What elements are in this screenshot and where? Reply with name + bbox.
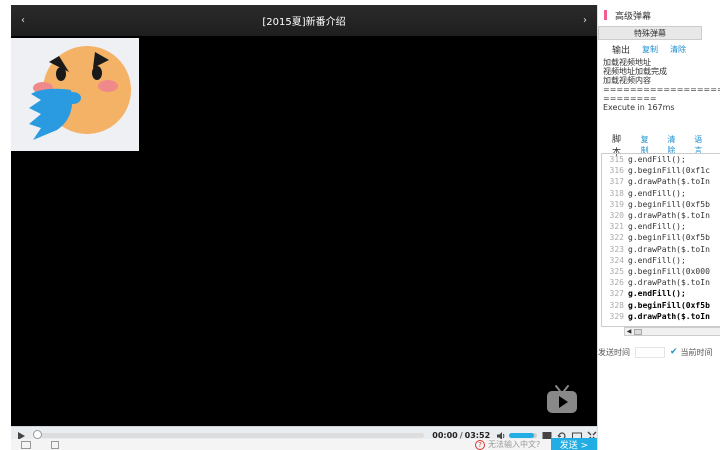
send-time-row: 发送时间 ✔ 当前时间 <box>598 346 720 358</box>
code-text: g.drawPath($.toIn <box>628 211 710 221</box>
code-text: g.beginFill(0x000 <box>628 267 710 277</box>
line-number: 327 <box>609 289 624 299</box>
checkmark-icon[interactable]: ✔ <box>670 347 678 357</box>
code-line: 317 g.drawPath($.toIn <box>602 176 720 187</box>
line-number: 325 <box>609 267 624 277</box>
code-line: 319 g.beginFill(0xf5b <box>602 199 720 210</box>
code-text: g.beginFill(0xf5b <box>628 199 710 209</box>
script-editor[interactable]: 315 g.endFill(); 316 g.beginFill(0xf1c 317 g.… <box>601 153 720 327</box>
code-line: 320 g.drawPath($.toIn <box>602 210 720 221</box>
editor-horizontal-scrollbar[interactable]: ◀ <box>624 327 720 336</box>
volume-fill <box>509 433 534 438</box>
player-title-bar: ‹ [2015夏]新番介绍 › <box>11 5 597 36</box>
output-line: 视频地址加载完成 <box>603 67 667 76</box>
code-line: 329 g.drawPath($.toIn <box>602 311 720 322</box>
send-time-input[interactable] <box>635 346 665 358</box>
code-line: 316 g.beginFill(0xf1c <box>602 165 720 176</box>
code-text: g.endFill(); <box>628 222 686 232</box>
code-line: 315 g.endFill(); <box>602 154 720 165</box>
line-number: 316 <box>609 166 624 176</box>
code-line: 322 g.beginFill(0xf5b <box>602 232 720 243</box>
code-text: g.endFill(); <box>628 188 686 198</box>
progress-handle[interactable] <box>32 430 42 439</box>
script-toolbar: 脚本 复制 清除 语言 <box>598 135 720 158</box>
code-text: g.endFill(); <box>628 255 686 265</box>
line-number: 326 <box>609 278 624 288</box>
output-label: 输出 <box>612 46 631 56</box>
code-text: g.drawPath($.toIn <box>628 278 710 288</box>
send-time-label: 发送时间 <box>598 347 630 357</box>
code-text: g.endFill(); <box>628 155 686 164</box>
panel-accent-mark <box>604 10 607 20</box>
code-text: g.endFill(); <box>628 289 686 299</box>
prev-video-button[interactable]: ‹ <box>14 5 32 36</box>
output-line: 加载视频地址 <box>603 58 651 67</box>
send-danmaku-button[interactable]: 发送 > <box>551 438 597 450</box>
line-number: 319 <box>609 199 624 209</box>
danmaku-input-bar: ? 无法输入中文? 发送 > <box>11 438 597 450</box>
output-line: ====================== <box>603 85 720 94</box>
code-line: 325 g.beginFill(0x000 <box>602 266 720 277</box>
panel-title: 高级弹幕 <box>615 11 652 22</box>
line-number: 315 <box>609 155 624 164</box>
code-line: 318 g.endFill(); <box>602 188 720 199</box>
output-line: ======== <box>603 94 657 103</box>
video-player: ‹ [2015夏]新番介绍 › 00:00 / 03:52 <box>11 5 597 450</box>
line-number: 318 <box>609 188 624 198</box>
output-clear-link[interactable]: 清除 <box>670 44 686 55</box>
angry-face-breathing-icon <box>11 38 139 151</box>
code-text: g.beginFill(0xf5b <box>628 300 710 310</box>
output-toolbar: 输出 复制 清除 <box>598 43 720 56</box>
current-time-label: 当前时间 <box>680 347 713 357</box>
next-video-button[interactable]: › <box>576 5 594 36</box>
volume-slider[interactable] <box>509 433 538 438</box>
video-area[interactable] <box>11 36 597 426</box>
line-number: 322 <box>609 233 624 243</box>
code-line: 324 g.endFill(); <box>602 255 720 266</box>
panel-header: 高级弹幕 <box>598 5 720 25</box>
scroll-thumb[interactable] <box>634 328 642 335</box>
scroll-left-icon[interactable]: ◀ <box>625 328 633 335</box>
line-number: 324 <box>609 255 624 265</box>
code-text: g.beginFill(0xf1c <box>628 166 710 176</box>
bilibili-player-page: ‹ [2015夏]新番介绍 › 00:00 / 03:52 ? 无法输入中文? … <box>0 0 720 450</box>
code-line: 327 g.endFill(); <box>602 288 720 299</box>
progress-bar[interactable] <box>32 430 425 439</box>
code-line: 328 g.beginFill(0xf5b <box>602 300 720 311</box>
danmaku-style-icon[interactable] <box>21 441 31 449</box>
chevron-left-icon: ‹ <box>21 15 25 26</box>
code-line: 321 g.endFill(); <box>602 221 720 232</box>
bilibili-tv-logo-icon <box>547 385 577 413</box>
code-text: g.drawPath($.toIn <box>628 244 710 254</box>
line-number: 329 <box>609 311 624 321</box>
output-console: 加载视频地址 视频地址加载完成 加载视频内容 ================= ===… <box>603 58 720 128</box>
code-text: g.drawPath($.toIn <box>628 177 710 187</box>
line-number: 320 <box>609 211 624 221</box>
code-line: 326 g.drawPath($.toIn <box>602 277 720 288</box>
question-mark-icon: ? <box>475 439 485 450</box>
danmaku-settings-icon[interactable] <box>51 441 59 449</box>
line-number: 328 <box>609 300 624 310</box>
output-line: 加载视频内容 <box>603 76 651 85</box>
video-title: [2015夏]新番介绍 <box>262 17 346 28</box>
output-line: Execute in 167ms <box>603 103 675 112</box>
hint-text: 无法输入中文? <box>488 440 541 449</box>
line-number: 323 <box>609 244 624 254</box>
code-text: g.drawPath($.toIn <box>628 311 710 321</box>
line-number: 317 <box>609 177 624 187</box>
chinese-input-hint[interactable]: ? 无法输入中文? <box>475 439 540 450</box>
advanced-danmaku-panel: 高级弹幕 特殊弹幕 输出 复制 清除 加载视频地址 视频地址加载完成 加载视频内容 =… <box>597 5 720 450</box>
code-text: g.beginFill(0xf5b <box>628 233 710 243</box>
code-line: 323 g.drawPath($.toIn <box>602 244 720 255</box>
output-copy-link[interactable]: 复制 <box>642 44 658 55</box>
chevron-right-icon: › <box>583 15 587 26</box>
tab-special-danmaku[interactable]: 特殊弹幕 <box>598 26 702 40</box>
line-number: 321 <box>609 222 624 232</box>
